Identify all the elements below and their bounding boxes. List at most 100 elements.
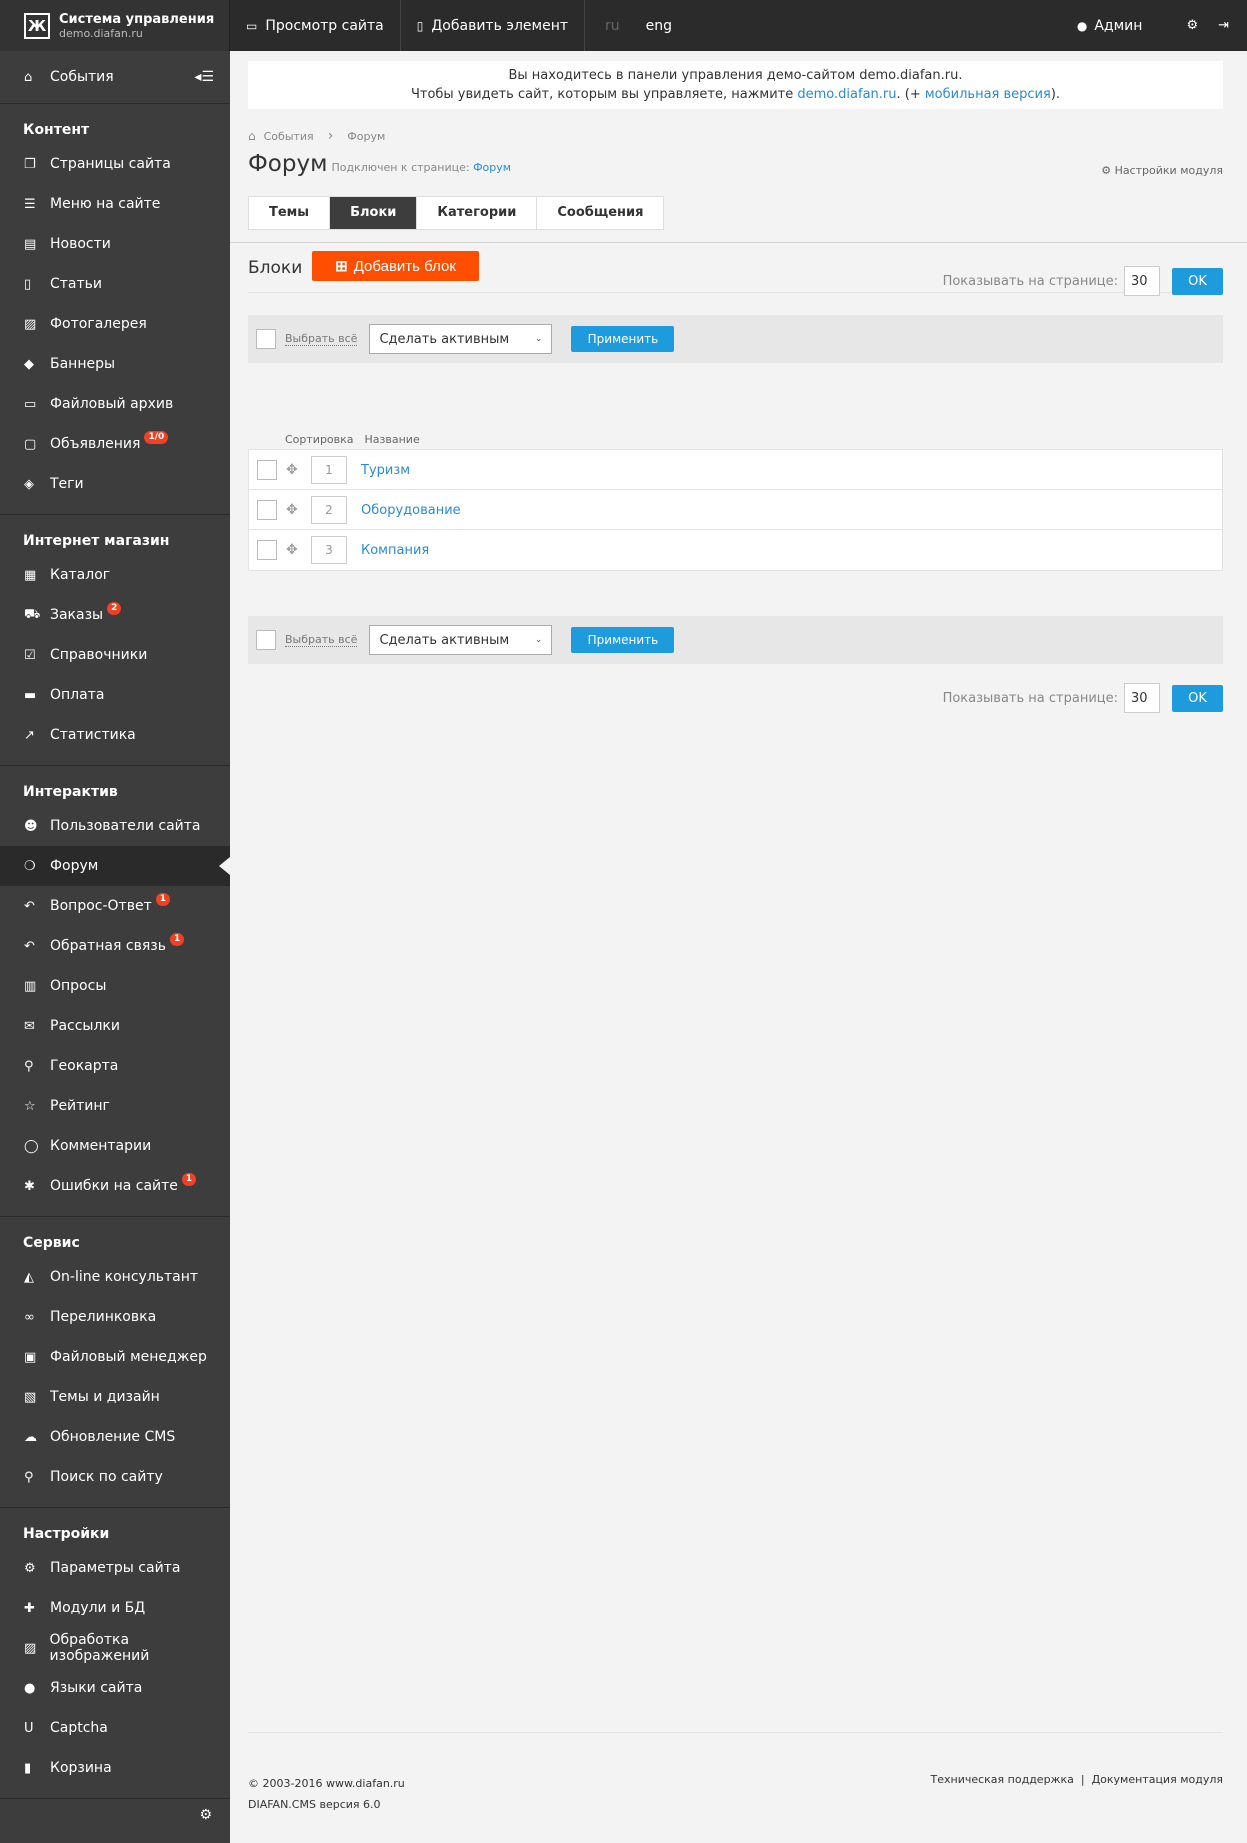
notice-line2: Чтобы увидеть сайт, которым вы управляет… (248, 85, 1223, 104)
support-link[interactable]: Техническая поддержка (931, 1773, 1074, 1786)
select-all-link[interactable]: Выбрать всё (285, 633, 358, 647)
sidebar-item[interactable]: ▨ Обработка изображений (0, 1628, 230, 1668)
sidebar-item[interactable]: ⚲ Геокарта (0, 1046, 230, 1086)
sidebar-item[interactable]: ▯ Статьи (0, 264, 230, 304)
apply-button[interactable]: Применить (571, 326, 675, 352)
sidebar-item[interactable]: ❐ Страницы сайта (0, 144, 230, 184)
sidebar-item[interactable]: ⛟ Заказы 2 (0, 595, 230, 635)
admin-user-link[interactable]: ● Админ (1077, 18, 1177, 34)
sidebar-item[interactable]: ▤ Новости (0, 224, 230, 264)
sidebar-item[interactable]: ☰ Меню на сайте (0, 184, 230, 224)
sidebar-item[interactable]: ☻ Пользователи сайта (0, 806, 230, 846)
sidebar-item[interactable]: ▮ Корзина (0, 1748, 230, 1788)
sidebar-item[interactable]: ↗ Статистика (0, 715, 230, 755)
sidebar-item-events[interactable]: ⌂ События ◂☰ (0, 51, 230, 104)
logout-icon[interactable]: ⇥ (1208, 18, 1247, 33)
sidebar-item[interactable]: U Captcha (0, 1708, 230, 1748)
add-block-button[interactable]: ⊞ Добавить блок (312, 251, 479, 281)
add-element-link[interactable]: ▯ Добавить элемент (401, 0, 586, 51)
notice-text: . (+ (896, 87, 925, 102)
tab[interactable]: Категории (417, 197, 538, 229)
collapse-menu-icon[interactable]: ◂☰ (194, 69, 214, 85)
column-header-name[interactable]: Название (365, 433, 420, 446)
sidebar-item[interactable]: ◯ Комментарии (0, 1126, 230, 1166)
lang-eng-link[interactable]: eng (640, 0, 692, 51)
count-badge: 2 (107, 601, 122, 615)
sidebar-item[interactable]: ↶ Обратная связь 1 (0, 926, 230, 966)
select-all-checkbox[interactable] (256, 630, 276, 650)
block-name-link[interactable]: Туризм (361, 463, 410, 478)
breadcrumb-events-link[interactable]: События (264, 130, 314, 143)
sidebar-item[interactable]: ▣ Файловый менеджер (0, 1337, 230, 1377)
select-all-link[interactable]: Выбрать всё (285, 332, 358, 346)
drag-handle-icon[interactable]: ✥ (286, 542, 302, 558)
sidebar-item-label: Темы и дизайн (50, 1389, 160, 1405)
sort-order-input[interactable]: 3 (311, 536, 347, 564)
brand[interactable]: Ж Система управления demo.diafan.ru (0, 0, 230, 51)
sort-order-input[interactable]: 2 (311, 496, 347, 524)
sidebar-item-label: Рейтинг (50, 1098, 110, 1114)
sidebar-item[interactable]: ▭ Файловый архив (0, 384, 230, 424)
sidebar-item[interactable]: ▢ Объявления 1/0 (0, 424, 230, 464)
graduation-icon: ◭ (24, 1269, 34, 1285)
sidebar-item[interactable]: ◆ Баннеры (0, 344, 230, 384)
sidebar-item[interactable]: ▥ Опросы (0, 966, 230, 1006)
column-header-sort[interactable]: Сортировка (285, 433, 354, 446)
sidebar-item[interactable]: ✱ Ошибки на сайте 1 (0, 1166, 230, 1206)
sidebar-item[interactable]: ▧ Темы и дизайн (0, 1377, 230, 1417)
tab[interactable]: Сообщения (537, 197, 663, 229)
sidebar-item[interactable]: ◭ On-line консультант (0, 1257, 230, 1297)
drag-handle-icon[interactable]: ✥ (286, 462, 302, 478)
sidebar-section-title: Интернет магазин (23, 533, 170, 549)
sidebar-item[interactable]: ● Языки сайта (0, 1668, 230, 1708)
sidebar-item[interactable]: ❍ Форум (0, 846, 230, 886)
module-docs-link[interactable]: Документация модуля (1092, 1773, 1223, 1786)
sidebar-item[interactable]: ⚲ Поиск по сайту (0, 1457, 230, 1497)
sidebar-item[interactable]: ☆ Рейтинг (0, 1086, 230, 1126)
sidebar-item[interactable]: ∞ Перелинковка (0, 1297, 230, 1337)
sidebar-item[interactable]: ☁ Обновление CMS (0, 1417, 230, 1457)
sidebar-item[interactable]: ◈ Теги (0, 464, 230, 504)
block-name-link[interactable]: Компания (361, 543, 429, 558)
demo-notice: Вы находитесь в панели управления демо-с… (248, 61, 1223, 109)
settings-gear-icon[interactable]: ⚙ (1176, 18, 1208, 33)
row-checkbox[interactable] (257, 540, 277, 560)
sidebar-item-label: Форум (50, 858, 99, 874)
row-checkbox[interactable] (257, 460, 277, 480)
lang-ru-link[interactable]: ru (585, 0, 640, 51)
mobile-version-link[interactable]: мобильная версия (925, 87, 1051, 102)
row-checkbox[interactable] (257, 500, 277, 520)
per-page-ok-button[interactable]: OK (1172, 684, 1223, 712)
sidebar-item-label: Рассылки (50, 1018, 120, 1034)
tab[interactable]: Блоки (330, 197, 418, 229)
group-action-select[interactable]: Сделать активным ⌄ (369, 625, 553, 655)
sidebar-settings-gear-icon[interactable]: ⚙ (199, 1807, 212, 1823)
view-site-link[interactable]: ▭ Просмотр сайта (230, 0, 401, 51)
sidebar-item[interactable]: ▨ Фотогалерея (0, 304, 230, 344)
sidebar-item[interactable]: ✉ Рассылки (0, 1006, 230, 1046)
sidebar-item[interactable]: ✚ Модули и БД (0, 1588, 230, 1628)
per-page-ok-button[interactable]: OK (1172, 267, 1223, 295)
per-page-input[interactable] (1124, 266, 1160, 296)
select-all-checkbox[interactable] (256, 329, 276, 349)
sidebar-item[interactable]: ⚙ Параметры сайта (0, 1548, 230, 1588)
demo-site-link[interactable]: demo.diafan.ru (797, 87, 896, 102)
apply-button[interactable]: Применить (571, 627, 675, 653)
connected-page-link[interactable]: Форум (473, 161, 511, 174)
sidebar-item[interactable]: ↶ Вопрос-Ответ 1 (0, 886, 230, 926)
sidebar-item-label: Файловый менеджер (50, 1349, 207, 1365)
sort-order-input[interactable]: 1 (311, 456, 347, 484)
sidebar-item-label: Captcha (50, 1720, 108, 1736)
sidebar-item[interactable]: ▬ Оплата (0, 675, 230, 715)
count-badge: 1 (181, 1172, 197, 1186)
per-page-input[interactable] (1124, 683, 1160, 713)
page-title: Форум (248, 151, 328, 177)
drag-handle-icon[interactable]: ✥ (286, 502, 302, 518)
group-action-select[interactable]: Сделать активным ⌄ (369, 324, 553, 354)
module-settings-link[interactable]: ⚙ Настройки модуля (1101, 164, 1223, 177)
sidebar-item[interactable]: ▦ Каталог (0, 555, 230, 595)
sidebar-item[interactable]: ☑ Справочники (0, 635, 230, 675)
block-name-link[interactable]: Оборудование (361, 503, 461, 518)
menu-list-icon: ☰ (24, 196, 36, 212)
tab[interactable]: Темы (249, 197, 331, 229)
